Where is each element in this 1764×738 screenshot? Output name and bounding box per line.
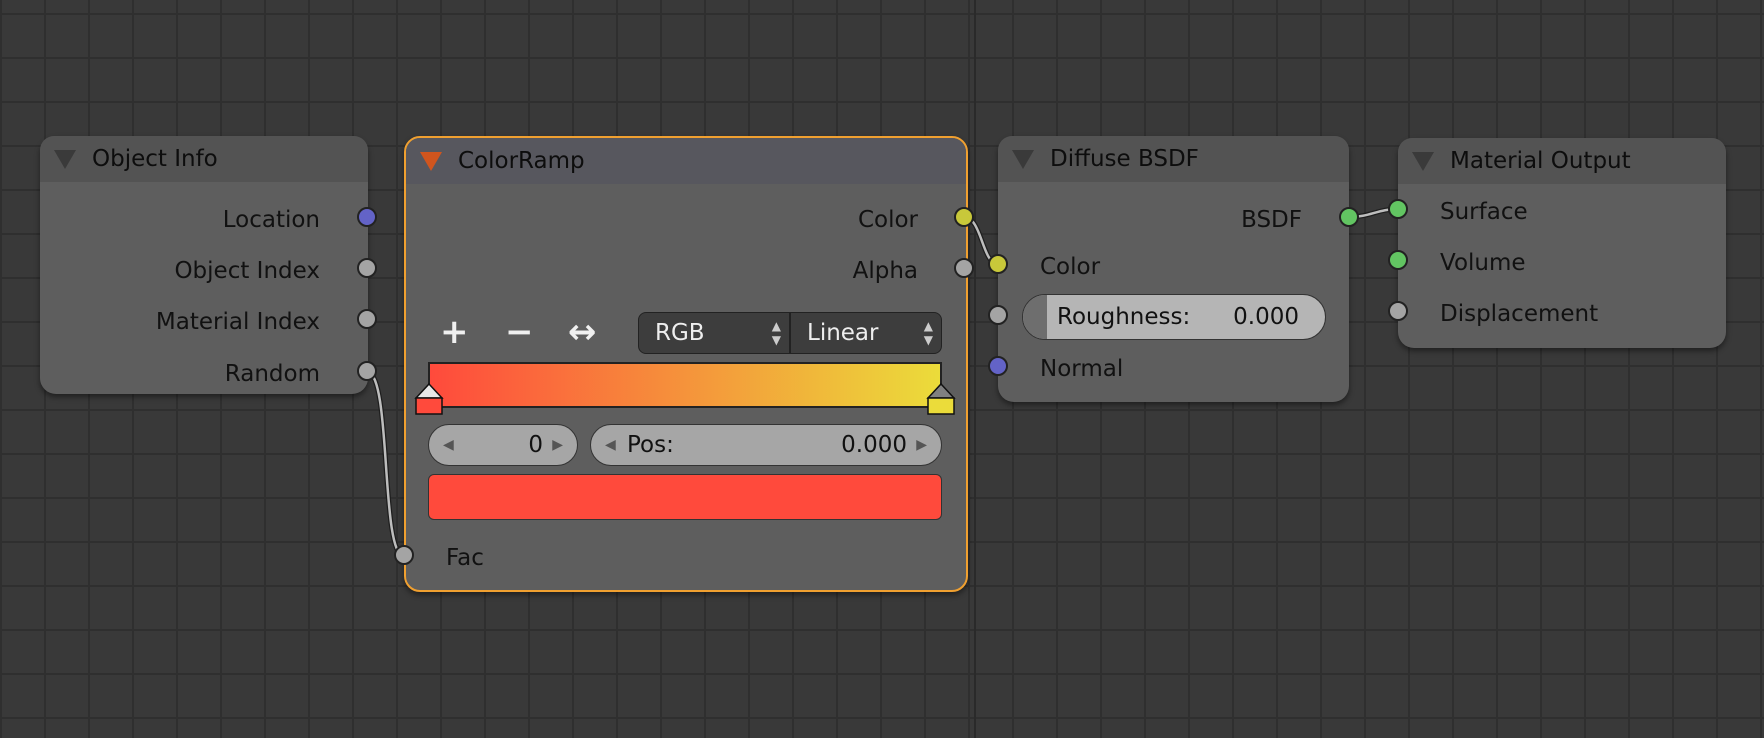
link-random-to-fac bbox=[365, 369, 406, 559]
node-title: Diffuse BSDF bbox=[1050, 146, 1199, 172]
pos-value: 0.000 bbox=[841, 432, 907, 458]
color-stop-yellow[interactable] bbox=[926, 382, 956, 416]
interpolation-dropdown[interactable]: Linear ▲ ▼ bbox=[790, 312, 942, 354]
node-title: ColorRamp bbox=[458, 148, 585, 174]
input-label-surface: Surface bbox=[1440, 199, 1528, 225]
view-center-line bbox=[974, 0, 976, 738]
updown-arrows-icon: ▲ ▼ bbox=[923, 319, 933, 347]
socket-fac-in[interactable] bbox=[394, 545, 414, 565]
socket-color-out[interactable] bbox=[954, 207, 974, 227]
color-mode-dropdown[interactable]: RGB ▲ ▼ bbox=[638, 312, 790, 354]
active-stop-color-swatch[interactable] bbox=[428, 474, 942, 520]
output-label-object-index: Object Index bbox=[174, 258, 320, 284]
increment-arrow-icon[interactable]: ▶ bbox=[552, 437, 563, 453]
socket-color-in[interactable] bbox=[988, 254, 1008, 274]
node-header[interactable]: Material Output bbox=[1398, 138, 1726, 184]
socket-alpha-out[interactable] bbox=[954, 258, 974, 278]
color-ramp-gradient[interactable] bbox=[428, 362, 942, 408]
pos-label: Pos: bbox=[627, 432, 674, 458]
socket-normal-in[interactable] bbox=[988, 356, 1008, 376]
node-header[interactable]: ColorRamp bbox=[406, 138, 966, 184]
output-label-material-index: Material Index bbox=[155, 309, 320, 335]
roughness-value: 0.000 bbox=[1233, 304, 1299, 330]
increment-arrow-icon[interactable]: ▶ bbox=[916, 437, 927, 453]
collapse-triangle-icon[interactable] bbox=[1012, 149, 1034, 169]
socket-object-index[interactable] bbox=[357, 258, 377, 278]
color-mode-value: RGB bbox=[655, 320, 705, 346]
input-label-displacement: Displacement bbox=[1440, 301, 1599, 327]
input-label-volume: Volume bbox=[1440, 250, 1526, 276]
remove-stop-button[interactable]: − bbox=[505, 312, 534, 352]
node-header[interactable]: Object Info bbox=[40, 136, 368, 182]
decrement-arrow-icon[interactable]: ◀ bbox=[605, 437, 616, 453]
updown-arrows-icon: ▲ ▼ bbox=[771, 319, 781, 347]
node-title: Material Output bbox=[1450, 148, 1631, 174]
socket-random[interactable] bbox=[357, 361, 377, 381]
output-label-alpha: Alpha bbox=[852, 258, 918, 284]
node-title: Object Info bbox=[92, 146, 218, 172]
collapse-triangle-icon[interactable] bbox=[420, 151, 442, 171]
active-stop-index-field[interactable]: ◀ 0 ▶ bbox=[428, 424, 578, 466]
output-label-random: Random bbox=[224, 361, 320, 387]
output-label-color: Color bbox=[857, 207, 918, 233]
interpolation-value: Linear bbox=[807, 320, 879, 346]
socket-material-index[interactable] bbox=[357, 309, 377, 329]
stop-position-field[interactable]: ◀ Pos: 0.000 ▶ bbox=[590, 424, 942, 466]
socket-bsdf-out[interactable] bbox=[1339, 207, 1359, 227]
collapse-triangle-icon[interactable] bbox=[1412, 151, 1434, 171]
output-label-location: Location bbox=[222, 207, 320, 233]
color-stop-red[interactable] bbox=[414, 382, 444, 416]
socket-location[interactable] bbox=[357, 207, 377, 227]
output-label-bsdf: BSDF bbox=[1241, 207, 1302, 233]
socket-displacement-in[interactable] bbox=[1388, 301, 1408, 321]
slider-fill bbox=[1023, 295, 1047, 339]
roughness-slider[interactable]: Roughness: 0.000 bbox=[1022, 294, 1326, 340]
collapse-triangle-icon[interactable] bbox=[54, 149, 76, 169]
socket-roughness-in[interactable] bbox=[988, 305, 1008, 325]
node-header[interactable]: Diffuse BSDF bbox=[998, 136, 1349, 182]
decrement-arrow-icon[interactable]: ◀ bbox=[443, 437, 454, 453]
roughness-label: Roughness: bbox=[1057, 304, 1191, 330]
input-label-normal: Normal bbox=[1040, 356, 1124, 382]
add-stop-button[interactable]: + bbox=[440, 312, 469, 352]
flip-ramp-button[interactable]: ↔ bbox=[568, 312, 597, 352]
input-label-color: Color bbox=[1040, 254, 1101, 280]
stop-index-value: 0 bbox=[528, 432, 543, 458]
socket-volume-in[interactable] bbox=[1388, 250, 1408, 270]
input-label-fac: Fac bbox=[446, 545, 484, 571]
socket-surface-in[interactable] bbox=[1388, 199, 1408, 219]
